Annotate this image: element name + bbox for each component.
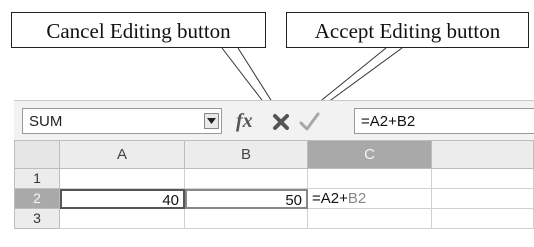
cancel-leader-line-2	[237, 47, 277, 109]
table-row: 3	[14, 209, 534, 229]
cell-b1[interactable]	[185, 169, 308, 189]
row-header-2[interactable]: 2	[14, 189, 60, 209]
name-box-dropdown-button[interactable]	[204, 113, 219, 129]
name-box[interactable]: SUM	[22, 108, 222, 134]
cell-c1[interactable]	[308, 169, 432, 189]
row-header-3[interactable]: 3	[14, 209, 60, 229]
chevron-down-icon	[207, 118, 216, 124]
cell-d1[interactable]	[432, 169, 534, 189]
column-header-row: A B C	[14, 140, 534, 169]
accept-check-icon	[299, 112, 320, 131]
column-header-b[interactable]: B	[185, 140, 308, 169]
cell-c2-formula[interactable]: =A2+B2	[308, 189, 366, 209]
cell-d3[interactable]	[432, 209, 534, 229]
formula-part-a2: =A2+	[312, 190, 348, 207]
row-header-1[interactable]: 1	[14, 169, 60, 189]
cancel-editing-button[interactable]	[271, 107, 291, 135]
cancel-x-icon	[273, 114, 289, 130]
column-header-d[interactable]	[432, 140, 534, 169]
table-row: 1	[14, 169, 534, 189]
cancel-leader-line-1	[221, 47, 269, 109]
formula-input[interactable]: =A2+B2	[354, 108, 534, 134]
cell-a3[interactable]	[60, 209, 185, 229]
table-row: 2 40 50 =A2+B2	[14, 189, 534, 209]
accept-leader-line-1	[311, 47, 387, 109]
cell-c3[interactable]	[308, 209, 432, 229]
select-all-corner[interactable]	[14, 140, 60, 169]
formula-input-value: =A2+B2	[361, 113, 416, 130]
cancel-editing-callout: Cancel Editing button	[11, 12, 266, 48]
cell-d2[interactable]	[432, 189, 534, 209]
spreadsheet-grid: A B C 1 2 40 50 =A2+B2 3	[14, 140, 534, 247]
formula-bar: SUM fx =A2+B2	[14, 100, 534, 140]
accept-leader-line-2	[319, 47, 403, 109]
name-box-value: SUM	[29, 113, 63, 130]
cell-b3[interactable]	[185, 209, 308, 229]
cell-b2[interactable]: 50	[185, 189, 308, 209]
accept-editing-callout: Accept Editing button	[286, 12, 529, 48]
function-wizard-icon[interactable]: fx	[236, 107, 262, 135]
formula-part-b2: B2	[347, 190, 367, 207]
column-header-c[interactable]: C	[308, 140, 432, 169]
cell-a1[interactable]	[60, 169, 185, 189]
column-header-a[interactable]: A	[60, 140, 185, 169]
accept-editing-button[interactable]	[298, 107, 320, 135]
cell-a2[interactable]: 40	[60, 189, 185, 209]
